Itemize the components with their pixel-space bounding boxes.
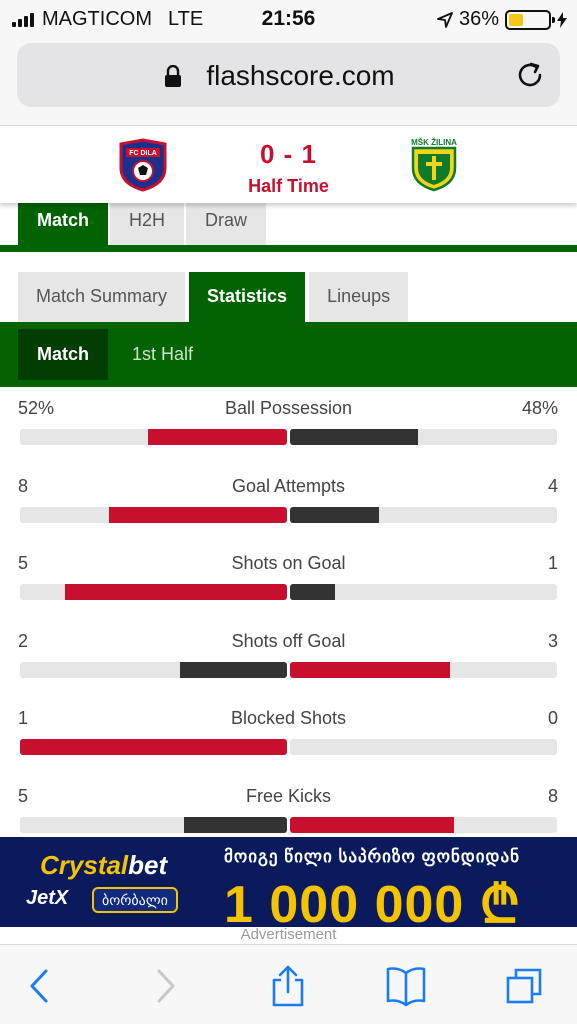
share-icon[interactable] bbox=[268, 965, 308, 1007]
stat-home-track bbox=[20, 584, 287, 600]
stat-home-bar bbox=[20, 739, 287, 755]
tab-match[interactable]: Match bbox=[18, 203, 109, 245]
stat-away-track bbox=[290, 507, 557, 523]
stat-away-track bbox=[290, 429, 557, 445]
stat-home-track bbox=[20, 662, 287, 678]
stat-row-ball-possession: 52% Ball Possession 48% bbox=[0, 387, 577, 465]
stat-away-track bbox=[290, 584, 557, 600]
stat-name: Shots on Goal bbox=[231, 553, 346, 573]
stat-home-bar bbox=[184, 817, 287, 833]
battery-percent: 36% bbox=[458, 8, 499, 30]
browser-chrome: flashscore.com bbox=[0, 40, 577, 126]
stat-home-bar bbox=[148, 429, 287, 445]
stat-home-track bbox=[20, 817, 287, 833]
browser-toolbar bbox=[0, 944, 577, 1024]
ad-brand: Crystalbet bbox=[40, 850, 167, 881]
stat-name: Free Kicks bbox=[245, 786, 332, 806]
match-score-header: FC DILA 0 - 1 Half Time MŠK ŽILINA bbox=[0, 127, 577, 203]
back-icon[interactable] bbox=[20, 965, 60, 1007]
match-score: 0 - 1 bbox=[259, 139, 318, 169]
stat-home-track bbox=[20, 429, 287, 445]
ad-amount: 1 000 000 ₾ bbox=[224, 876, 521, 927]
tabs-divider bbox=[0, 245, 577, 252]
stat-away-track bbox=[290, 817, 557, 833]
msk-zilina-crest-icon[interactable]: MŠK ŽILINA bbox=[408, 136, 460, 192]
stat-away-value: 1 bbox=[547, 553, 558, 573]
stat-home-bar bbox=[64, 584, 287, 600]
tab-lineups[interactable]: Lineups bbox=[309, 272, 409, 322]
stat-name: Blocked Shots bbox=[230, 708, 347, 728]
stat-away-value: 8 bbox=[547, 786, 558, 806]
ad-headline: მოიგე წილი საპრიზო ფონდიდან bbox=[224, 847, 520, 866]
battery-level-fill bbox=[509, 13, 523, 26]
stat-name: Goal Attempts bbox=[231, 476, 346, 496]
tab-match-summary[interactable]: Match Summary bbox=[18, 272, 186, 322]
stat-home-track bbox=[20, 507, 287, 523]
ad-brand-b: bet bbox=[128, 850, 168, 880]
stat-away-value: 3 bbox=[547, 631, 558, 651]
stat-row-blocked-shots: 1 Blocked Shots 0 bbox=[0, 697, 577, 775]
advertisement-banner[interactable]: Crystalbet JetX ბორბალი მოიგე წილი საპრი… bbox=[0, 837, 577, 927]
stat-row-shots-on-goal: 5 Shots on Goal 1 bbox=[0, 542, 577, 620]
forward-icon[interactable] bbox=[145, 965, 185, 1007]
tabs-icon[interactable] bbox=[505, 965, 545, 1007]
tab-h2h[interactable]: H2H bbox=[110, 203, 185, 245]
ad-jetx: JetX bbox=[26, 887, 69, 909]
ad-jetx-pill: ბორბალი bbox=[92, 887, 178, 913]
period-1st-half[interactable]: 1st Half bbox=[113, 329, 212, 380]
stat-away-value: 4 bbox=[547, 476, 558, 496]
stat-away-bar bbox=[290, 429, 419, 445]
stat-home-track bbox=[20, 739, 287, 755]
match-tabs: Match H2H Draw bbox=[18, 203, 268, 245]
address-bar[interactable]: flashscore.com bbox=[17, 43, 560, 107]
svg-text:MŠK ŽILINA: MŠK ŽILINA bbox=[411, 138, 457, 147]
stat-away-bar bbox=[290, 507, 379, 523]
charging-bolt-icon bbox=[557, 11, 567, 28]
stat-row-shots-off-goal: 2 Shots off Goal 3 bbox=[0, 620, 577, 698]
ad-brand-a: Crystal bbox=[40, 850, 129, 880]
period-selector: Match 1st Half bbox=[0, 322, 577, 387]
status-bar: MAGTICOM LTE 21:56 36% bbox=[0, 0, 577, 40]
stat-away-value: 0 bbox=[547, 708, 558, 728]
location-arrow-icon bbox=[437, 11, 453, 28]
stat-home-bar bbox=[109, 507, 287, 523]
stat-name: Ball Possession bbox=[224, 398, 353, 418]
battery-icon bbox=[505, 9, 555, 30]
reload-icon[interactable] bbox=[514, 59, 546, 91]
stat-row-goal-attempts: 8 Goal Attempts 4 bbox=[0, 465, 577, 543]
stat-away-bar bbox=[290, 662, 451, 678]
period-match[interactable]: Match bbox=[18, 329, 109, 380]
stat-name: Shots off Goal bbox=[231, 631, 346, 651]
stat-away-bar bbox=[290, 584, 335, 600]
stat-away-track bbox=[290, 662, 557, 678]
stat-away-value: 48% bbox=[521, 398, 558, 418]
status-right: 36% bbox=[437, 8, 567, 31]
url-text[interactable]: flashscore.com bbox=[17, 60, 560, 92]
stat-away-track bbox=[290, 739, 557, 755]
stat-home-bar bbox=[180, 662, 287, 678]
detail-tabs: Match Summary Statistics Lineups bbox=[18, 272, 412, 322]
tab-draw[interactable]: Draw bbox=[186, 203, 267, 245]
bookmarks-icon[interactable] bbox=[386, 965, 426, 1007]
tab-statistics[interactable]: Statistics bbox=[189, 272, 306, 322]
stat-away-bar bbox=[290, 817, 455, 833]
ad-caption: Advertisement bbox=[240, 926, 337, 943]
match-status: Half Time bbox=[248, 176, 329, 196]
